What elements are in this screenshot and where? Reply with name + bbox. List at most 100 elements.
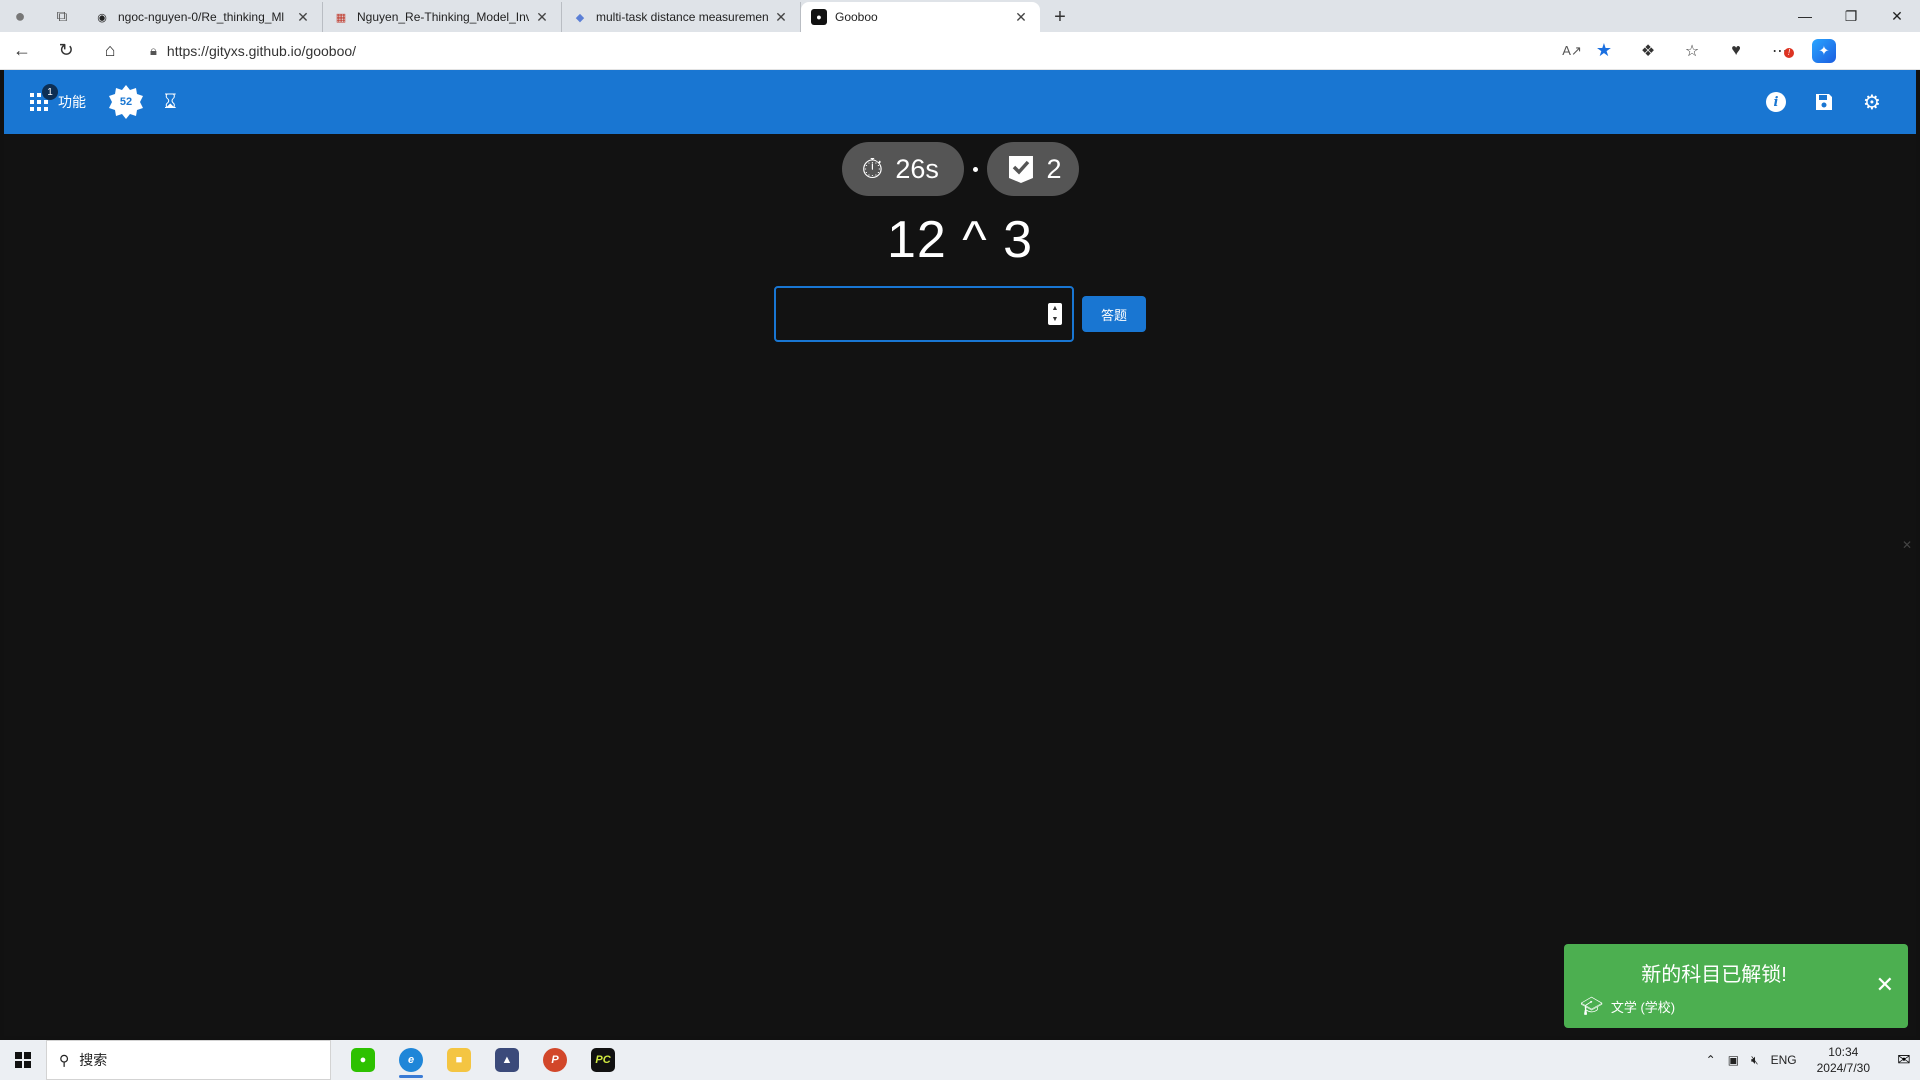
player-level-button[interactable]: 52 [108, 84, 144, 120]
checkbox-icon [1008, 156, 1033, 183]
info-button[interactable]: i [1752, 82, 1800, 122]
taskbar-app-pycharm[interactable]: PC [579, 1040, 627, 1080]
clock-date: 2024/7/30 [1816, 1061, 1870, 1075]
toast-subtitle: 文学 (学校) [1610, 1000, 1676, 1015]
timer-value: 26s [895, 153, 939, 184]
back-icon[interactable]: ← [0, 32, 44, 70]
alert-badge: ! [1784, 47, 1794, 58]
save-button[interactable] [1800, 82, 1848, 122]
close-tab-icon[interactable]: ✕ [772, 9, 790, 26]
clock-time: 10:34 [1828, 1045, 1859, 1059]
language-indicator[interactable]: ENG [1771, 1053, 1797, 1067]
system-tray: ⌃ ▣ 🔇︎ ENG 10:34 2024/7/30 ✉ [1700, 1040, 1920, 1080]
taskbar: ⚲ 搜索 ● e ■ ▲ P PC ⌃ ▣ 🔇︎ ENG 10:34 2024/… [0, 1040, 1920, 1080]
notification-center-icon[interactable]: ✉ [1888, 1040, 1920, 1080]
separator-dot [972, 166, 978, 172]
taskbar-app-explorer[interactable]: ■ [435, 1040, 483, 1080]
taskbar-app-powerpoint[interactable]: P [531, 1040, 579, 1080]
edge-icon: e [399, 1048, 423, 1072]
unlock-toast: 新的科目已解锁! 🎓︎ 文学 (学校) ✕ [1564, 944, 1908, 1028]
github-icon: ◉ [97, 11, 107, 24]
close-window-icon[interactable]: ✕ [1874, 0, 1920, 32]
tab-title: ngoc-nguyen-0/Re_thinking_Ml [118, 10, 285, 24]
volume-muted-icon[interactable]: 🔇︎ [1751, 1053, 1759, 1068]
network-icon[interactable]: ▣ [1728, 1053, 1739, 1067]
more-menu-icon[interactable]: ⋯! [1758, 32, 1802, 70]
toast-close-icon[interactable]: ✕ [1876, 972, 1894, 998]
copilot-icon[interactable]: ✦ [1802, 32, 1846, 70]
address-toolbar: ← ↻ ⌂ 🔒︎ https://gityxs.github.io/gooboo… [0, 32, 1920, 70]
tab-title: Nguyen_Re-Thinking_Model_Inve [357, 10, 529, 24]
features-menu-label: 功能 [58, 94, 86, 110]
player-level: 52 [119, 96, 133, 108]
url-text[interactable]: https://gityxs.github.io/gooboo/ [167, 43, 356, 59]
workspaces-icon[interactable]: ⧉ [40, 0, 84, 32]
taskbar-search[interactable]: ⚲ 搜索 [46, 1040, 331, 1080]
lock-icon[interactable]: 🔒︎ [150, 43, 157, 59]
site-icon: ◆ [575, 11, 585, 24]
pdf-icon: ▦ [335, 11, 347, 24]
features-menu-button[interactable]: 1 功能 [30, 82, 86, 122]
chevron-up-icon[interactable]: ⌃ [1706, 1053, 1716, 1067]
save-icon [1816, 94, 1832, 110]
answer-field-wrapper: ▲ ▼ [774, 286, 1074, 342]
hourglass-icon: ⌛︎ [164, 90, 177, 113]
pycharm-icon: PC [591, 1048, 615, 1072]
timer-chip: ⏱︎ 26s [841, 142, 964, 196]
taskbar-app-edge[interactable]: e [387, 1040, 435, 1080]
extensions-icon[interactable]: ❖ [1626, 32, 1670, 70]
taskbar-app-cat[interactable]: ▲ [483, 1040, 531, 1080]
game-page: 1 功能 52 ⌛︎ i ⚙︎ ⏱︎ 26s 2 12 ^ 3 ▲ ▼ 答题 ✕… [4, 70, 1916, 1036]
close-icon[interactable]: ✕ [1902, 538, 1912, 552]
close-tab-icon[interactable]: ✕ [294, 9, 312, 26]
math-question: 12 ^ 3 [886, 211, 1034, 269]
app-bar: 1 功能 52 ⌛︎ i ⚙︎ [4, 70, 1916, 134]
minimize-icon[interactable]: — [1782, 0, 1828, 32]
browser-tab[interactable]: ▦ Nguyen_Re-Thinking_Model_Inve ✕ [323, 2, 562, 32]
search-icon: ⚲ [59, 1051, 70, 1068]
submit-answer-button[interactable]: 答题 [1082, 296, 1146, 332]
toast-title: 新的科目已解锁! [1641, 964, 1787, 986]
home-icon[interactable]: ⌂ [88, 32, 132, 70]
graduation-cap-icon: 🎓︎ [1580, 996, 1603, 1016]
browser-tab-bar: ● ⧉ ◉ ngoc-nguyen-0/Re_thinking_Ml ✕ ▦ N… [0, 0, 1920, 32]
wechat-icon: ● [351, 1048, 375, 1072]
new-tab-button[interactable]: + [1040, 2, 1080, 32]
profile-icon[interactable]: ● [0, 0, 40, 32]
status-chips: ⏱︎ 26s 2 [4, 142, 1916, 196]
cat-app-icon: ▲ [495, 1048, 519, 1072]
settings-button[interactable]: ⚙︎ [1848, 82, 1896, 122]
refresh-icon[interactable]: ↻ [44, 32, 88, 70]
hourglass-button[interactable]: ⌛︎ [164, 82, 177, 122]
browser-essentials-icon[interactable]: ♥ [1714, 32, 1758, 70]
read-aloud-icon[interactable]: A↗ [1562, 43, 1582, 59]
correct-count: 2 [1046, 153, 1062, 184]
gear-icon: ⚙︎ [1863, 91, 1881, 114]
answer-input[interactable] [776, 288, 1072, 340]
notification-badge: 1 [42, 84, 58, 100]
url-bar[interactable]: 🔒︎ https://gityxs.github.io/gooboo/ A↗ ★ [136, 36, 1626, 66]
browser-tab-active[interactable]: ● Gooboo ✕ [801, 2, 1040, 32]
stopwatch-icon: ⏱︎ [861, 152, 884, 184]
clock[interactable]: 10:34 2024/7/30 [1811, 1044, 1876, 1076]
close-tab-icon[interactable]: ✕ [1012, 9, 1030, 26]
start-button[interactable] [0, 1040, 46, 1080]
windows-icon [15, 1052, 31, 1068]
restore-icon[interactable]: ❐ [1828, 0, 1874, 32]
taskbar-app-wechat[interactable]: ● [339, 1040, 387, 1080]
favorite-star-icon[interactable]: ★ [1596, 40, 1612, 61]
info-icon: i [1766, 92, 1786, 112]
browser-tab[interactable]: ◆ multi-task distance measuremen ✕ [562, 2, 801, 32]
favorites-icon[interactable]: ☆ [1670, 32, 1714, 70]
tab-title: Gooboo [835, 10, 878, 24]
close-tab-icon[interactable]: ✕ [533, 9, 551, 26]
browser-tab[interactable]: ◉ ngoc-nguyen-0/Re_thinking_Ml ✕ [84, 2, 323, 32]
folder-icon: ■ [447, 1048, 471, 1072]
number-stepper-icon[interactable]: ▲ ▼ [1048, 303, 1062, 325]
window-controls: — ❐ ✕ [1782, 0, 1920, 32]
answer-row: ▲ ▼ 答题 [774, 286, 1146, 342]
tab-title: multi-task distance measuremen [596, 10, 768, 24]
search-placeholder: 搜索 [79, 1052, 108, 1068]
powerpoint-icon: P [543, 1048, 567, 1072]
correct-answers-chip: 2 [986, 142, 1079, 196]
